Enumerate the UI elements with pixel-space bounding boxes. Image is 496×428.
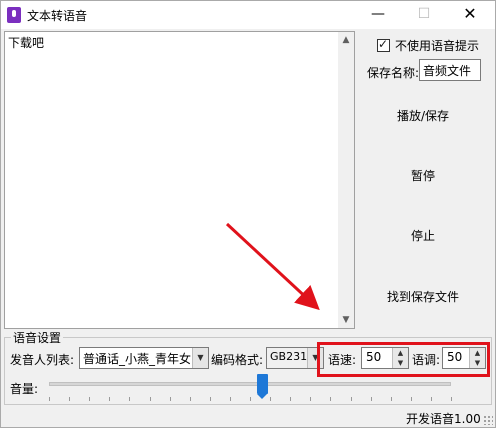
vertical-scrollbar[interactable]: ▲ ▼	[338, 32, 354, 328]
slider-tick	[330, 397, 332, 401]
slider-tick	[250, 397, 251, 401]
no-voice-prompt-label: 不使用语音提示	[395, 39, 480, 53]
no-voice-prompt-checkbox[interactable]	[377, 37, 390, 52]
status-text: 开发语音1.00	[406, 412, 481, 426]
speaker-list-label: 发音人列表:	[10, 353, 75, 367]
slider-tick	[189, 397, 191, 401]
resize-grip-icon[interactable]	[483, 415, 493, 425]
volume-label: 音量:	[10, 382, 39, 396]
slider-tick	[229, 397, 231, 401]
scroll-down-icon[interactable]: ▼	[338, 312, 354, 328]
app-window: 文本转语音 — ☐ ✕ 下载吧 ▲ ▼ 不使用语音提示 保存名称: 音频文件 播…	[0, 0, 496, 428]
slider-tick	[129, 397, 131, 401]
scroll-up-icon[interactable]: ▲	[338, 32, 354, 48]
slider-tick	[370, 397, 372, 401]
find-saved-file-button[interactable]: 找到保存文件	[367, 288, 479, 305]
slider-tick	[209, 397, 211, 401]
voice-settings-title: 语音设置	[11, 329, 64, 346]
slider-tick	[69, 397, 71, 401]
slider-tick	[89, 397, 91, 401]
save-name-input[interactable]: 音频文件	[419, 59, 481, 81]
slider-tick	[451, 397, 452, 401]
slider-tick	[390, 397, 392, 401]
text-content: 下载吧	[8, 36, 45, 50]
close-button[interactable]: ✕	[447, 1, 493, 29]
slider-tick	[49, 397, 50, 401]
minimize-button[interactable]: —	[355, 1, 401, 29]
microphone-icon	[7, 7, 21, 23]
slider-tick	[430, 397, 432, 401]
save-name-label: 保存名称:	[367, 66, 420, 80]
volume-slider-track[interactable]	[49, 382, 451, 386]
chevron-down-icon[interactable]: ▼	[192, 348, 208, 368]
no-voice-prompt-checkbox-row[interactable]: 不使用语音提示	[377, 37, 479, 54]
encoding-label: 编码格式:	[211, 353, 264, 367]
speaker-select-value: 普通话_小燕_青年女	[83, 352, 192, 366]
text-input-area[interactable]: 下载吧 ▲ ▼	[4, 31, 355, 329]
slider-tick	[149, 397, 151, 401]
stop-button[interactable]: 停止	[367, 227, 479, 244]
maximize-button[interactable]: ☐	[401, 1, 447, 29]
status-bar: 开发语音1.00	[1, 407, 495, 427]
slider-tick	[410, 397, 412, 401]
speed-tone-highlight-box	[317, 342, 490, 377]
play-save-button[interactable]: 播放/保存	[367, 107, 479, 124]
title-bar: 文本转语音 — ☐ ✕	[1, 1, 495, 29]
slider-tick	[290, 397, 292, 401]
pause-button[interactable]: 暂停	[367, 167, 479, 184]
speaker-select[interactable]: 普通话_小燕_青年女 ▼	[79, 347, 209, 369]
slider-tick	[270, 397, 272, 401]
window-title: 文本转语音	[27, 9, 88, 23]
slider-tick	[310, 397, 312, 401]
slider-tick	[350, 397, 352, 401]
slider-tick	[109, 397, 111, 401]
encoding-select[interactable]: GB2312 ▼	[266, 347, 324, 369]
volume-slider-thumb[interactable]	[256, 374, 268, 399]
slider-tick	[169, 397, 171, 401]
